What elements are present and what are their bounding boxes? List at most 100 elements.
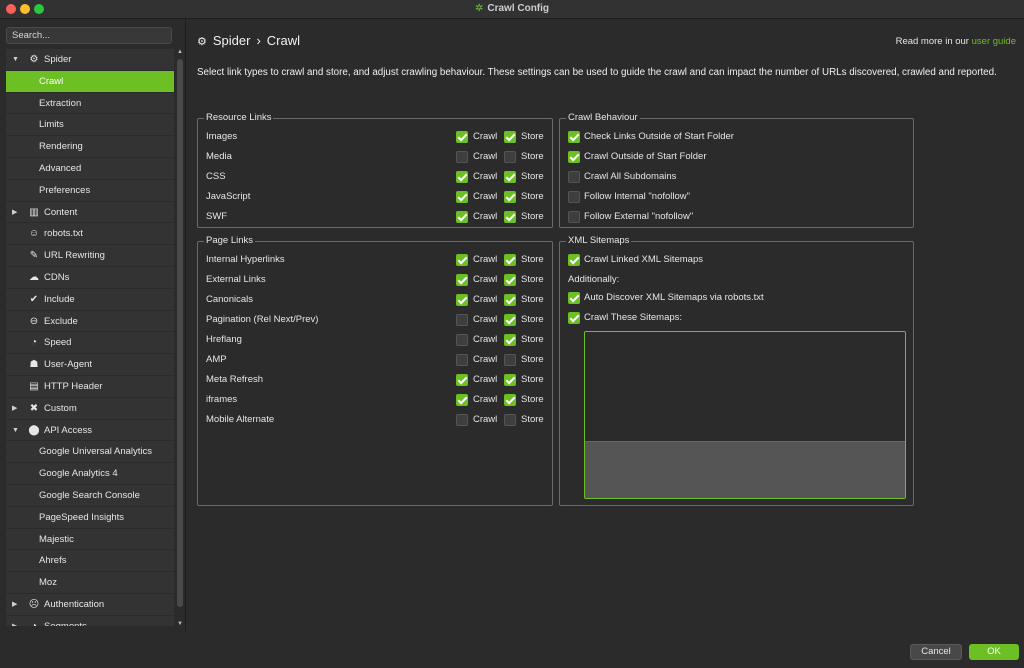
iframes-store-checkbox[interactable] <box>504 394 516 406</box>
mobile-alternate-crawl-checkbox[interactable] <box>456 414 468 426</box>
meta-refresh-store-checkbox[interactable] <box>504 374 516 386</box>
sidebar-item-limits[interactable]: Limits <box>6 114 174 137</box>
sidebar-item-content[interactable]: ▶ ▥ Content <box>6 201 174 224</box>
expanded-arrow-icon[interactable]: ▼ <box>12 49 19 71</box>
sidebar-item-majestic[interactable]: Majestic <box>6 528 174 551</box>
crawl-outside-of-start-folder-row[interactable]: Crawl Outside of Start Folder <box>568 149 898 165</box>
sidebar-item-moz[interactable]: Moz <box>6 572 174 594</box>
search-input[interactable] <box>6 27 172 44</box>
collapsed-arrow-icon[interactable]: ▶ <box>12 398 17 420</box>
sidebar-item-authentication[interactable]: ▶ ☹ Authentication <box>6 593 174 616</box>
sidebar-item-robots-txt[interactable]: ☺ robots.txt <box>6 223 174 246</box>
sidebar-scrollbar[interactable]: ▲ ▼ <box>176 49 184 627</box>
collapsed-arrow-icon[interactable]: ▶ <box>12 616 17 626</box>
follow-internal-nofollow-label: Follow Internal "nofollow" <box>584 191 691 202</box>
follow-internal-nofollow-row[interactable]: Follow Internal "nofollow" <box>568 189 898 205</box>
ok-button[interactable]: OK <box>969 644 1019 660</box>
javascript-crawl-checkbox[interactable] <box>456 191 468 203</box>
user-guide-link[interactable]: user guide <box>972 36 1016 47</box>
sidebar-item-segments[interactable]: ▶ ◕ Segments <box>6 615 174 626</box>
images-store-checkbox[interactable] <box>504 131 516 143</box>
iframes-row: iframes Crawl Store <box>206 392 546 408</box>
crawl-these-sitemaps-row[interactable]: Crawl These Sitemaps: <box>568 310 898 326</box>
javascript-store-checkbox[interactable] <box>504 191 516 203</box>
crawl-linked-sitemaps-row[interactable]: Crawl Linked XML Sitemaps <box>568 252 898 268</box>
auto-discover-sitemaps-checkbox[interactable] <box>568 292 580 304</box>
css-store-checkbox[interactable] <box>504 171 516 183</box>
hreflang-store-checkbox[interactable] <box>504 334 516 346</box>
cancel-button[interactable]: Cancel <box>910 644 962 660</box>
breadcrumb-root[interactable]: Spider <box>213 33 251 48</box>
sidebar-item-url-rewriting[interactable]: ✎ URL Rewriting <box>6 245 174 267</box>
sitemaps-textarea[interactable] <box>585 332 905 441</box>
sidebar-item-pagespeed-insights[interactable]: PageSpeed Insights <box>6 506 174 529</box>
crawl-all-subdomains-row[interactable]: Crawl All Subdomains <box>568 169 898 185</box>
dialog-footer: Cancel OK <box>0 631 1024 668</box>
media-store-checkbox[interactable] <box>504 151 516 163</box>
pagination-rel-next-prev-crawl-checkbox[interactable] <box>456 314 468 326</box>
scroll-down-arrow-icon[interactable]: ▼ <box>176 621 184 627</box>
pagination-rel-next-prev-store-checkbox[interactable] <box>504 314 516 326</box>
follow-external-nofollow-checkbox[interactable] <box>568 211 580 223</box>
store-checkbox-label: Store <box>521 354 544 365</box>
swf-crawl-checkbox[interactable] <box>456 211 468 223</box>
crawl-these-sitemaps-checkbox[interactable] <box>568 312 580 324</box>
collapsed-arrow-icon[interactable]: ▶ <box>12 594 17 616</box>
sidebar-item-advanced[interactable]: Advanced <box>6 157 174 180</box>
sidebar-item-custom[interactable]: ▶ ✖ Custom <box>6 397 174 420</box>
amp-crawl-checkbox[interactable] <box>456 354 468 366</box>
auto-discover-sitemaps-row[interactable]: Auto Discover XML Sitemaps via robots.tx… <box>568 290 898 306</box>
sidebar-item-label: Include <box>44 293 75 305</box>
sidebar-nav: ▼ ⚙ Spider Crawl Extraction Limits Rendering Ad… <box>6 49 174 626</box>
sidebar-item-ahrefs[interactable]: Ahrefs <box>6 550 174 573</box>
media-crawl-checkbox[interactable] <box>456 151 468 163</box>
css-crawl-checkbox[interactable] <box>456 171 468 183</box>
sidebar-item-exclude[interactable]: ⊖ Exclude <box>6 310 174 333</box>
images-crawl-checkbox[interactable] <box>456 131 468 143</box>
crawl-all-subdomains-checkbox[interactable] <box>568 171 580 183</box>
external-links-store-checkbox[interactable] <box>504 274 516 286</box>
scrollbar-thumb[interactable] <box>177 59 183 607</box>
scroll-up-arrow-icon[interactable]: ▲ <box>176 49 184 55</box>
canonicals-row: Canonicals Crawl Store <box>206 292 546 308</box>
mobile-alternate-store-checkbox[interactable] <box>504 414 516 426</box>
crawl-linked-sitemaps-checkbox[interactable] <box>568 254 580 266</box>
window-titlebar: ✲ Crawl Config <box>0 0 1024 19</box>
api-access-icon: ⬤ <box>28 424 40 436</box>
sidebar-item-spider[interactable]: ▼ ⚙ Spider <box>6 49 174 71</box>
crawl-outside-of-start-folder-checkbox[interactable] <box>568 151 580 163</box>
check-links-outside-of-start-folder-checkbox[interactable] <box>568 131 580 143</box>
external-links-crawl-checkbox[interactable] <box>456 274 468 286</box>
expanded-arrow-icon[interactable]: ▼ <box>12 420 19 442</box>
crawl-checkbox-label: Crawl <box>473 171 498 182</box>
internal-hyperlinks-crawl-checkbox[interactable] <box>456 254 468 266</box>
sidebar-item-speed[interactable]: ◔ Speed <box>6 332 174 355</box>
sidebar-item-cdns[interactable]: ☁ CDNs <box>6 266 174 289</box>
swf-store-checkbox[interactable] <box>504 211 516 223</box>
meta-refresh-crawl-checkbox[interactable] <box>456 374 468 386</box>
link-type-label: iframes <box>206 394 238 405</box>
canonicals-store-checkbox[interactable] <box>504 294 516 306</box>
follow-external-nofollow-row[interactable]: Follow External "nofollow" <box>568 209 898 225</box>
sidebar-item-user-agent[interactable]: ☗ User-Agent <box>6 354 174 376</box>
iframes-crawl-checkbox[interactable] <box>456 394 468 406</box>
canonicals-crawl-checkbox[interactable] <box>456 294 468 306</box>
amp-store-checkbox[interactable] <box>504 354 516 366</box>
check-links-outside-of-start-folder-row[interactable]: Check Links Outside of Start Folder <box>568 129 898 145</box>
sidebar-item-google-search-console[interactable]: Google Search Console <box>6 484 174 507</box>
internal-hyperlinks-store-checkbox[interactable] <box>504 254 516 266</box>
sidebar-item-rendering[interactable]: Rendering <box>6 136 174 158</box>
sidebar-item-extraction[interactable]: Extraction <box>6 92 174 115</box>
sidebar-item-preferences[interactable]: Preferences <box>6 179 174 202</box>
collapsed-arrow-icon[interactable]: ▶ <box>12 202 17 224</box>
sidebar-item-google-universal-analytics[interactable]: Google Universal Analytics <box>6 441 174 464</box>
sidebar-item-include[interactable]: ✔ Include <box>6 288 174 311</box>
follow-internal-nofollow-checkbox[interactable] <box>568 191 580 203</box>
sidebar-item-http-header[interactable]: ▤ HTTP Header <box>6 375 174 398</box>
sidebar-item-crawl[interactable]: Crawl <box>6 70 174 93</box>
sidebar-item-google-analytics-4[interactable]: Google Analytics 4 <box>6 463 174 485</box>
hreflang-crawl-checkbox[interactable] <box>456 334 468 346</box>
sidebar-item-api-access[interactable]: ▼ ⬤ API Access <box>6 419 174 442</box>
crawl-checkbox-label: Crawl <box>473 274 498 285</box>
sidebar-item-label: Content <box>44 206 78 218</box>
